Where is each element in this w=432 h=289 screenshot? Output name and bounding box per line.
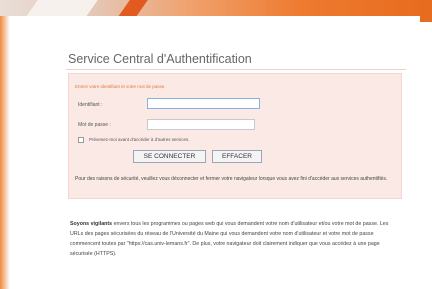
password-label: Mot de passe : [78,122,111,128]
reset-button[interactable]: EFFACER [212,150,262,163]
warn-checkbox[interactable] [78,137,84,143]
vigilance-heading: Soyons vigilants [70,221,113,227]
password-input[interactable] [147,119,255,130]
title-divider [66,69,406,70]
username-label: Identifiant : [78,102,103,108]
left-orange-edge [0,16,10,289]
username-input[interactable] [147,98,260,109]
vigilance-text: envers tous les programmes ou pages web … [70,221,389,257]
page-title: Service Central d'Authentification [68,52,252,66]
security-note: Pour des raisons de sécurité, veuillez v… [75,176,388,182]
warn-checkbox-label: Prévenez-moi avant d'accéder à d'autres … [89,137,190,142]
form-hint: Entrez votre identifiant et votre mot de… [75,84,166,89]
login-button[interactable]: SE CONNECTER [133,150,206,163]
login-form-box: Entrez votre identifiant et votre mot de… [68,73,402,199]
vigilance-notice: Soyons vigilants envers tous les program… [70,219,400,259]
